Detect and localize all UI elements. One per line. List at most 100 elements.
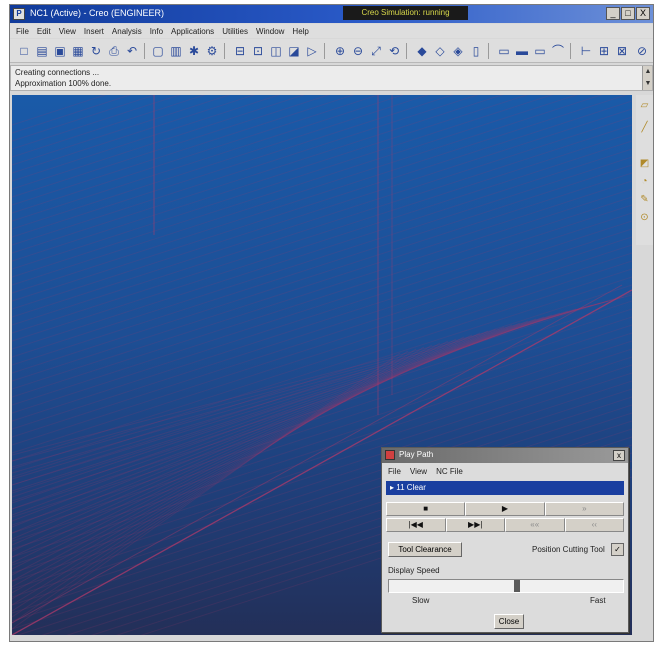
hidden-line-icon[interactable]: ◈	[450, 43, 466, 59]
datum-planes-icon[interactable]: ▭	[496, 43, 512, 59]
wireframe-icon[interactable]: ◇	[432, 43, 448, 59]
model-tree-icon[interactable]: ✱	[186, 43, 202, 59]
dialog-menu-nc-file[interactable]: NC File	[436, 467, 463, 476]
drill-group-icon[interactable]: ⊙	[638, 211, 651, 224]
toolpath-segment	[12, 180, 632, 382]
settings-icon[interactable]: ⚙	[204, 43, 220, 59]
datum-axis-icon[interactable]: ╱	[638, 121, 651, 134]
no-hidden-icon[interactable]: ▯	[468, 43, 484, 59]
menu-insert[interactable]: Insert	[84, 27, 104, 36]
toolpath-segment	[12, 108, 632, 310]
save-copy-icon[interactable]: ▦	[70, 43, 86, 59]
view-front-icon[interactable]: ⊟	[232, 43, 248, 59]
position-tool-toggle[interactable]: ✓	[611, 543, 624, 556]
minimize-button[interactable]: _	[606, 7, 620, 20]
mill-window-icon[interactable]: ◔	[638, 175, 651, 188]
toolpath-segment	[12, 140, 632, 342]
menu-edit[interactable]: Edit	[37, 27, 51, 36]
datum-points-icon[interactable]: ▭	[532, 43, 548, 59]
zoom-out-icon[interactable]: ⊖	[350, 43, 366, 59]
menu-info[interactable]: Info	[150, 27, 163, 36]
maximize-button[interactable]: □	[621, 7, 635, 20]
dialog-menu-file[interactable]: File	[388, 467, 401, 476]
menu-utilities[interactable]: Utilities	[222, 27, 248, 36]
datum-plane-icon[interactable]: ▱	[638, 99, 651, 112]
toolpath-segment	[12, 95, 628, 294]
box-icon[interactable]: ⊠	[614, 43, 630, 59]
new-file-icon[interactable]: □	[16, 43, 32, 59]
sequence-selector[interactable]: ▸ 11 Clear	[386, 481, 624, 495]
window-icon[interactable]: ▢	[150, 43, 166, 59]
fast-forward-button[interactable]: »	[544, 502, 624, 516]
message-line: Approximation 100% done.	[15, 79, 112, 88]
display-speed-label: Display Speed	[388, 566, 440, 575]
scroll-down-icon[interactable]: ▼	[643, 78, 653, 90]
regenerate-icon[interactable]: ↻	[88, 43, 104, 59]
menu-view[interactable]: View	[59, 27, 76, 36]
toolpath-segment	[12, 100, 632, 302]
open-folder-icon[interactable]: ▤	[34, 43, 50, 59]
step-back-button[interactable]: ««	[505, 518, 565, 532]
play-icon[interactable]: ▷	[304, 43, 320, 59]
sequence-name: 11 Clear	[396, 483, 426, 492]
rewind-start-button[interactable]: |◀◀	[386, 518, 446, 532]
play-forward-button[interactable]: ▶	[465, 502, 545, 516]
slow-label: Slow	[412, 596, 430, 605]
toolpath-segment	[12, 348, 417, 618]
skip-end-button[interactable]: ▶▶|	[445, 518, 505, 532]
toolpath-segment	[12, 95, 454, 238]
view-side-icon[interactable]: ◫	[268, 43, 284, 59]
tool-clearance-button[interactable]: Tool Clearance	[388, 542, 462, 557]
toolpath-segment	[12, 350, 409, 624]
step-forward-button[interactable]: ‹‹	[564, 518, 624, 532]
position-tool-label: Position Cutting Tool	[532, 545, 605, 554]
stop-button[interactable]: ■	[386, 502, 466, 516]
fit-icon[interactable]: ⤢	[368, 43, 384, 59]
close-button[interactable]: X	[636, 7, 650, 20]
title-bar[interactable]: P NC1 (Active) - Creo (ENGINEER) Creo Si…	[10, 5, 653, 23]
message-scrollbar[interactable]: ▲ ▼	[642, 66, 652, 90]
toolpath-segment	[12, 95, 578, 278]
undo-icon[interactable]: ↶	[124, 43, 140, 59]
menu-bar: File Edit View Insert Analysis Info Appl…	[10, 24, 653, 38]
playback-row-2: |◀◀ ▶▶| «« ‹‹	[386, 518, 624, 532]
mill-surface-icon[interactable]: ◩	[638, 157, 651, 170]
save-icon[interactable]: ▣	[52, 43, 68, 59]
display-speed-slider[interactable]	[388, 579, 624, 593]
playback-row-1: ■ ▶ »	[386, 502, 624, 516]
menu-file[interactable]: File	[16, 27, 29, 36]
toolpath-segment	[12, 95, 206, 158]
sketch-tool-icon[interactable]: ✎	[638, 193, 651, 206]
dialog-title-bar[interactable]: Play Path x	[382, 448, 628, 463]
menu-window[interactable]: Window	[256, 27, 284, 36]
print-icon[interactable]: ⎙	[106, 43, 122, 59]
close-dialog-button[interactable]: Close	[494, 614, 524, 629]
menu-analysis[interactable]: Analysis	[112, 27, 142, 36]
toolbar-separator	[324, 43, 325, 59]
app-icon: P	[13, 8, 25, 20]
datum-axes-icon[interactable]: ▬	[514, 43, 530, 59]
frame-icon[interactable]: ⊞	[596, 43, 612, 59]
slider-thumb[interactable]	[514, 580, 520, 592]
scroll-up-icon[interactable]: ▲	[643, 66, 653, 78]
layer-icon[interactable]: ▥	[168, 43, 184, 59]
main-window: P NC1 (Active) - Creo (ENGINEER) Creo Si…	[9, 4, 654, 642]
toolpath-segment	[12, 228, 632, 430]
toolpath-segment	[12, 95, 405, 222]
zoom-in-icon[interactable]: ⊕	[332, 43, 348, 59]
csys-icon[interactable]: ⌒	[550, 43, 566, 59]
view-iso-icon[interactable]: ◪	[286, 43, 302, 59]
sketch-icon[interactable]: ⊢	[578, 43, 594, 59]
menu-applications[interactable]: Applications	[171, 27, 214, 36]
toolbar-separator	[144, 43, 145, 59]
help-pointer-icon[interactable]: ⊘	[634, 43, 650, 59]
view-top-icon[interactable]: ⊡	[250, 43, 266, 59]
main-toolbar: □ ▤ ▣ ▦ ↻ ⎙ ↶ ▢ ▥ ✱ ⚙ ⊟ ⊡ ◫ ◪ ▷ ⊕ ⊖ ⤢ ⟲ …	[10, 39, 653, 63]
menu-help[interactable]: Help	[292, 27, 308, 36]
toolpath-segment	[12, 342, 441, 600]
orient-icon[interactable]: ⟲	[386, 43, 402, 59]
shade-icon[interactable]: ◆	[414, 43, 430, 59]
dialog-close-icon[interactable]: x	[613, 450, 625, 461]
toolpath-segment	[12, 196, 632, 398]
dialog-menu-view[interactable]: View	[410, 467, 427, 476]
